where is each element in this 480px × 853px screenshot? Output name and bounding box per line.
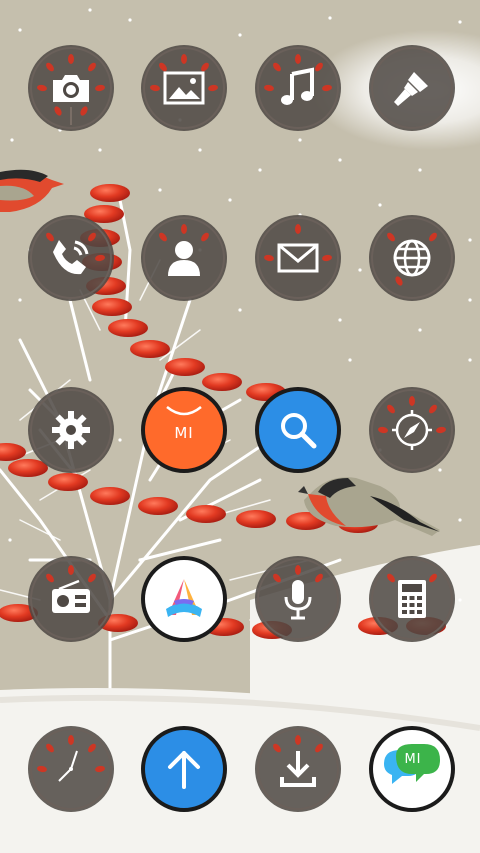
microphone-icon [284,580,312,620]
fm-radio-app-icon[interactable] [28,556,114,642]
browser-app-icon[interactable] [369,215,455,301]
music-note-icon [281,67,314,105]
arrow-up-icon [168,751,200,789]
camera-icon [53,75,89,102]
mi-chat-icon [384,744,440,784]
download-icon [280,751,316,787]
updater-app-icon[interactable] [141,726,227,812]
calculator-app-icon[interactable] [369,556,455,642]
clock-app-icon[interactable] [28,726,114,812]
mi-talk-app-icon[interactable]: MI [369,726,455,812]
mi-talk-label: MI [404,752,422,767]
phone-icon [53,240,89,275]
compass-app-icon[interactable] [369,387,455,473]
contacts-app-icon[interactable] [141,215,227,301]
radio-icon [52,579,90,613]
themes-app-icon[interactable] [369,45,455,131]
app-vault-app-icon[interactable] [141,556,227,642]
clock-icon [58,750,78,782]
a-logo-icon [166,579,202,617]
downloads-app-icon[interactable] [255,726,341,812]
search-app-icon[interactable] [255,387,341,473]
recorder-app-icon[interactable] [255,556,341,642]
phone-app-icon[interactable] [28,215,114,301]
mi-store-label: MI [174,424,194,442]
messages-app-icon[interactable] [255,215,341,301]
paintbrush-icon [394,72,428,106]
globe-icon [393,239,431,277]
image-icon [163,71,205,105]
mi-store-app-icon[interactable]: MI [141,387,227,473]
settings-app-icon[interactable] [28,387,114,473]
gear-icon [52,411,90,449]
search-icon [281,413,317,449]
compass-icon [392,410,432,450]
calculator-icon [398,580,426,618]
gallery-app-icon[interactable] [141,45,227,131]
music-app-icon[interactable] [255,45,341,131]
envelope-icon [277,243,319,273]
camera-app-icon[interactable] [28,45,114,131]
person-icon [168,241,200,276]
